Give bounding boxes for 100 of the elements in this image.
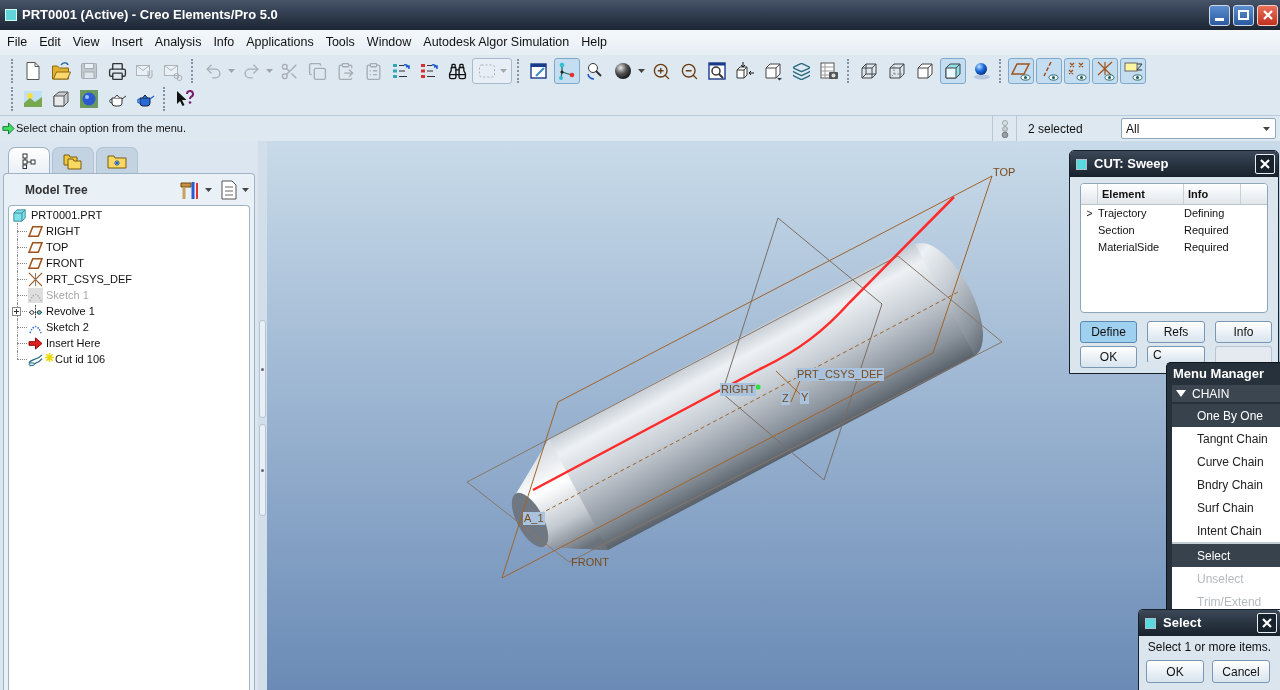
axis-display-button[interactable] [1036,58,1062,84]
plane-icon [28,256,43,270]
list-icon [220,179,238,200]
column-header[interactable]: Info [1184,184,1241,204]
window-title: PRT0001 (Active) - Creo Elements/Pro 5.0 [22,6,278,25]
cube-icon [887,61,907,81]
cube-icon [915,61,935,81]
menu-item[interactable]: Info [213,33,235,52]
menu-item[interactable]: Help [581,33,607,52]
menu-item[interactable]: Applications [246,33,314,52]
table-cell[interactable]: Required [1184,239,1254,256]
menu-item[interactable]: Window [366,33,412,52]
filter-dropdown[interactable]: All [1121,118,1276,139]
tree-item[interactable]: Cut id 106 [55,352,106,366]
tree-item[interactable]: Sketch 2 [46,320,89,334]
revolve-icon [28,303,43,319]
caret-icon [242,187,249,192]
window-magnifier-icon [707,61,727,81]
window-pen-icon [529,61,549,81]
layers-icon [791,61,811,81]
scissors-icon [279,61,299,81]
annotation-display-button[interactable] [1120,58,1146,84]
caret-icon[interactable] [637,69,645,73]
node-graph-icon [557,61,577,81]
menu-item[interactable]: Select [1172,544,1280,567]
window-icon [1145,617,1156,629]
close-icon [1259,158,1271,170]
csys-icon [28,271,43,287]
close-button[interactable] [1257,613,1277,633]
zoom-out-icon [679,61,699,81]
maximize-button[interactable] [1233,4,1254,26]
dialog-button[interactable]: Refs [1147,321,1205,343]
tree-item[interactable]: Insert Here [46,336,101,350]
dialog-title: CUT: Sweep [1094,155,1169,174]
csys-display-button[interactable] [1092,58,1118,84]
sphere-icon [613,61,633,81]
dialog-button[interactable]: C [1147,346,1205,362]
tree-item[interactable]: PRT0001.PRT [31,208,103,222]
dialog-button[interactable]: Cancel [1212,660,1270,683]
menu-item[interactable]: View [72,33,100,52]
menu-item[interactable]: Surf Chain [1172,496,1280,519]
menu-item[interactable]: One By One [1172,404,1280,427]
expand-icon[interactable] [12,307,21,316]
window-title: Menu Manager [1172,365,1265,384]
plane-eye-icon [1011,61,1031,81]
dialog-title: Select [1163,614,1202,633]
sheet-camera-icon [819,61,839,81]
column-header[interactable]: Element [1098,184,1184,204]
tree-item[interactable]: RIGHT [46,224,81,238]
cube-arrows-icon [735,61,755,81]
point-display-button[interactable] [1064,58,1090,84]
table-cell[interactable]: Section [1098,222,1184,239]
close-button[interactable] [1255,154,1275,174]
minimize-button[interactable] [1209,4,1230,26]
menu-item[interactable]: Autodesk Algor Simulation [423,33,570,52]
dialog-button[interactable]: Define [1080,321,1137,343]
menu-section-header[interactable]: CHAIN [1172,385,1280,402]
table-cell[interactable]: Required [1184,222,1254,239]
dialog-button[interactable]: OK [1080,346,1137,368]
menu-item[interactable]: File [7,33,28,52]
tree-item[interactable]: FRONT [46,256,84,270]
sphere-icon [79,89,99,109]
close-button[interactable] [1257,4,1278,26]
navigator-tab[interactable] [8,147,50,173]
menu-item[interactable]: Insert [111,33,143,52]
splitter-handle[interactable] [259,424,266,516]
menu-item[interactable]: Analysis [154,33,202,52]
tree-item[interactable]: TOP [46,240,69,254]
cube-icon [763,61,783,81]
points-eye-icon [1067,61,1087,81]
table-cell[interactable]: MaterialSide [1098,239,1184,256]
wireframe-cube-icon [859,61,879,81]
caret-icon [500,69,507,73]
menu-item[interactable]: Bndry Chain [1172,473,1280,496]
menu-item[interactable]: Edit [39,33,61,52]
caret-icon[interactable] [1263,126,1270,131]
table-cell[interactable]: Defining [1184,205,1254,222]
splitter-handle[interactable] [259,320,266,418]
menu-item[interactable]: Intent Chain [1172,519,1280,542]
tree-item[interactable]: Revolve 1 [46,304,95,318]
list-arrows-icon [419,61,439,81]
plane-display-button[interactable] [1008,58,1034,84]
close-icon [1261,9,1274,21]
tree-item[interactable]: PRT_CSYS_DEF [46,272,132,286]
printer-icon [107,61,127,81]
clipboard-list-icon [363,61,383,81]
show-button[interactable] [219,178,250,201]
app-icon [5,9,17,21]
plane-icon [28,240,43,254]
plane-icon [28,224,43,238]
shading-button[interactable] [940,58,966,84]
page-icon [23,61,43,81]
dialog-button[interactable]: Info [1215,321,1272,343]
menu-item[interactable]: Curve Chain [1172,450,1280,473]
dialog-button[interactable]: OK [1146,660,1204,683]
menu-item[interactable]: Tools [325,33,355,52]
menu-item[interactable]: Tangnt Chain [1172,427,1280,450]
table-cell[interactable]: Trajectory [1098,205,1184,222]
dialog-message: Select 1 or more items. [1146,639,1273,655]
zoom-in-icon [651,61,671,81]
